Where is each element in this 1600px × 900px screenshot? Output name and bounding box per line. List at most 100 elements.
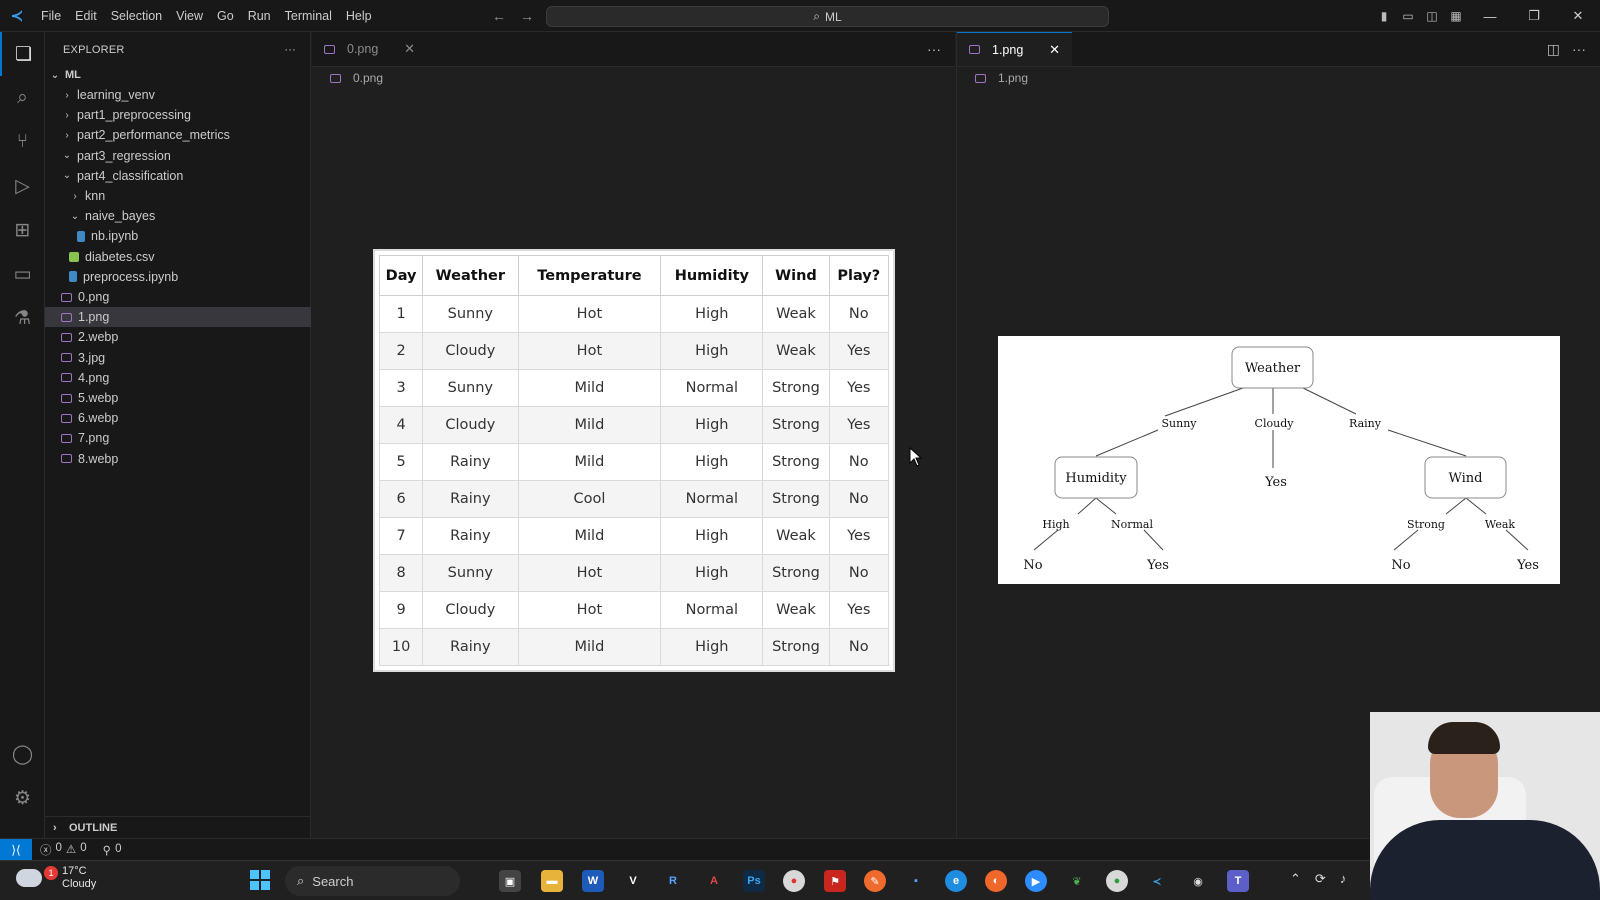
tree-item[interactable]: › learning_venv	[45, 85, 311, 105]
restore-icon[interactable]: ❐	[1512, 8, 1556, 24]
remote-indicator-icon[interactable]: ⟩⟨	[0, 838, 32, 861]
table-cell: Mild	[517, 369, 662, 407]
tree-item[interactable]: 6.webp	[45, 408, 311, 428]
tree-item[interactable]: nb.ipynb	[45, 226, 311, 246]
more-actions-icon[interactable]: ···	[1572, 32, 1586, 67]
menu-view[interactable]: View	[169, 0, 210, 32]
chevron-up-icon[interactable]: ⌃	[1290, 871, 1301, 887]
tree-item[interactable]: › knn	[45, 186, 311, 206]
back-arrow-icon[interactable]: ←	[492, 8, 506, 24]
edge-icon[interactable]: e	[945, 870, 967, 892]
taskbar-search-label: Search	[312, 873, 354, 889]
menu-edit[interactable]: Edit	[68, 0, 104, 32]
menu-go[interactable]: Go	[210, 0, 241, 32]
accounts-icon[interactable]: ◯	[0, 732, 45, 776]
explorer-icon[interactable]: ❏	[0, 32, 45, 76]
word-icon[interactable]: W	[582, 870, 604, 892]
obs-icon[interactable]: ◉	[1187, 870, 1209, 892]
sync-icon[interactable]: ⟳	[1315, 871, 1326, 887]
search-icon[interactable]: ⌕	[0, 76, 45, 120]
firefox-icon[interactable]: ◐	[985, 870, 1007, 892]
menu-file[interactable]: File	[34, 0, 68, 32]
tree-item[interactable]: 1.png	[45, 307, 311, 328]
toggle-secondary-sidebar-icon[interactable]: ◫	[1420, 9, 1444, 23]
node-humidity: Humidity	[1065, 471, 1127, 486]
microphone-icon[interactable]: ♪	[1340, 871, 1347, 887]
table-cell: Mild	[517, 406, 662, 444]
tree-item[interactable]: 3.jpg	[45, 348, 311, 368]
tree-item-label: knn	[85, 189, 106, 203]
chrome-profile-icon[interactable]: ●	[1106, 870, 1128, 892]
menu-run[interactable]: Run	[241, 0, 278, 32]
close-icon[interactable]: ✕	[1556, 8, 1600, 24]
problems-indicator[interactable]: ⓧ 0 ⚠ 0	[32, 842, 95, 858]
vscode-taskbar-icon[interactable]: ≺	[1146, 870, 1168, 892]
cloud-icon	[16, 869, 42, 887]
mouse-cursor-icon	[909, 447, 923, 467]
tree-item[interactable]: 0.png	[45, 287, 311, 307]
image-file-icon	[61, 454, 72, 464]
breadcrumb-file[interactable]: 0.png	[353, 71, 383, 85]
menu-help[interactable]: Help	[339, 0, 379, 32]
draw-app-icon[interactable]: ✎	[864, 870, 886, 892]
weather-widget[interactable]: 1 17°C Cloudy	[16, 865, 96, 891]
more-actions-icon[interactable]: ···	[284, 44, 296, 56]
ports-indicator[interactable]: ⚲ 0	[95, 843, 130, 857]
more-actions-icon[interactable]: ···	[927, 32, 941, 67]
tree-item[interactable]: 2.webp	[45, 327, 311, 347]
table-cell: No	[828, 554, 890, 592]
chrome-icon[interactable]: ●	[783, 870, 805, 892]
tree-item[interactable]: ⌄ part3_regression	[45, 146, 311, 166]
settings-gear-icon[interactable]: ⚙	[0, 776, 45, 820]
tree-item[interactable]: 8.webp	[45, 449, 311, 469]
testing-icon[interactable]: ⚗	[0, 296, 45, 340]
breadcrumb-file[interactable]: 1.png	[998, 71, 1028, 85]
close-tab-icon[interactable]: ✕	[1031, 42, 1060, 58]
menu-terminal[interactable]: Terminal	[278, 0, 339, 32]
taskbar-search[interactable]: ⌕ Search	[285, 866, 460, 896]
tree-item[interactable]: 5.webp	[45, 388, 311, 408]
mongodb-icon[interactable]: ❦	[1066, 870, 1088, 892]
tab-0-png[interactable]: 0.png ✕	[312, 32, 427, 66]
tree-root-ml[interactable]: ⌄ ML	[45, 65, 311, 85]
tree-item[interactable]: 4.png	[45, 368, 311, 388]
vim-icon[interactable]: V	[622, 870, 644, 892]
extensions-icon[interactable]: ⊞	[0, 208, 45, 252]
menu-selection[interactable]: Selection	[104, 0, 169, 32]
r-icon[interactable]: R	[662, 870, 684, 892]
toggle-primary-sidebar-icon[interactable]: ▮	[1372, 9, 1396, 23]
photoshop-icon[interactable]: Ps	[743, 870, 765, 892]
outline-section[interactable]: › OUTLINE	[45, 816, 311, 838]
teams-icon[interactable]: T	[1227, 870, 1249, 892]
remote-explorer-icon[interactable]: ▭	[0, 252, 45, 296]
customize-layout-icon[interactable]: ▦	[1444, 9, 1468, 23]
split-editor-icon[interactable]: ◫	[1547, 32, 1560, 67]
close-tab-icon[interactable]: ✕	[386, 41, 415, 57]
command-center-search[interactable]: ⌕ ML	[546, 6, 1109, 27]
acrobat-icon[interactable]: A	[703, 870, 725, 892]
webcam-person-body	[1370, 820, 1600, 900]
source-control-icon[interactable]: ⑂	[0, 120, 45, 164]
tree-item[interactable]: › part2_performance_metrics	[45, 125, 311, 145]
tree-item[interactable]: ⌄ part4_classification	[45, 166, 311, 186]
tree-item[interactable]: 7.png	[45, 428, 311, 448]
chevron-right-icon: ›	[65, 89, 69, 101]
toggle-panel-icon[interactable]: ▭	[1396, 9, 1420, 23]
run-debug-icon[interactable]: ▷	[0, 164, 45, 208]
windows-start-icon[interactable]	[250, 870, 270, 890]
app-icon[interactable]: ▪	[905, 870, 927, 892]
zoom-icon[interactable]: ▶	[1025, 870, 1047, 892]
tree-item[interactable]: preprocess.ipynb	[45, 267, 311, 287]
table-cell: Mild	[517, 443, 662, 481]
minimize-icon[interactable]: —	[1468, 9, 1512, 24]
tab-1-png[interactable]: 1.png ✕	[957, 32, 1072, 66]
file-explorer-icon[interactable]: ▬	[541, 870, 563, 892]
forward-arrow-icon[interactable]: →	[520, 8, 534, 24]
tree-item[interactable]: diabetes.csv	[45, 247, 311, 267]
task-view-icon[interactable]: ▣	[499, 870, 521, 892]
tree-item[interactable]: ⌄ naive_bayes	[45, 206, 311, 226]
table-cell: Strong	[762, 406, 830, 444]
pdf-reader-icon[interactable]: ⚑	[824, 870, 846, 892]
title-bar: ≺ File Edit Selection View Go Run Termin…	[0, 0, 1600, 32]
tree-item[interactable]: › part1_preprocessing	[45, 105, 311, 125]
